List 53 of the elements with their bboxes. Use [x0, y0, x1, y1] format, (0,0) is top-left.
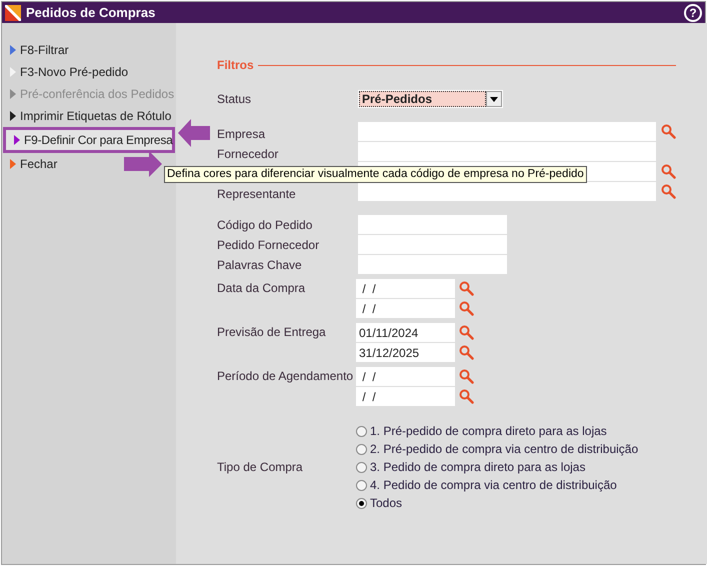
- sidebar-item[interactable]: Imprimir Etiquetas de Rótulo: [2, 105, 176, 127]
- arrow-icon: [178, 119, 210, 147]
- search-icon[interactable]: [661, 124, 676, 139]
- sidebar-item[interactable]: F8-Filtrar: [2, 39, 176, 61]
- date-field[interactable]: / /: [356, 299, 455, 318]
- search-icon[interactable]: [459, 345, 474, 360]
- field-label: Tipo de Compra: [217, 459, 304, 476]
- input-field[interactable]: [358, 255, 507, 274]
- radio-option[interactable]: 1. Pré-pedido de compra direto para as lojas: [356, 422, 638, 440]
- field-label: Pedido Fornecedor: [217, 236, 320, 254]
- input-field[interactable]: [358, 235, 507, 254]
- caret-icon: [490, 96, 498, 102]
- radio-button[interactable]: [356, 480, 367, 490]
- input-field[interactable]: [358, 142, 656, 161]
- radio-button[interactable]: [356, 462, 367, 472]
- field-label: Empresa: [217, 127, 266, 141]
- input-field[interactable]: [358, 182, 656, 201]
- search-icon[interactable]: [661, 184, 676, 199]
- field-label: Previsão de Entrega: [217, 324, 327, 341]
- radio-button[interactable]: [356, 444, 367, 454]
- window-title: Pedidos de Compras: [26, 4, 156, 22]
- date-field[interactable]: 31/12/2025: [356, 343, 455, 362]
- section-title: Filtros: [217, 57, 254, 74]
- tooltip: Defina cores para diferenciar visualmente cada código de empresa no Pré-pedido: [164, 166, 587, 183]
- date-field[interactable]: / /: [356, 279, 455, 298]
- sidebar-item[interactable]: F3-Novo Pré-pedido: [2, 61, 176, 83]
- radio-option[interactable]: 2. Pré-pedido de compra via centro de distribuição: [356, 440, 638, 458]
- field-label: Período de Agendamento: [217, 368, 354, 385]
- radio-option[interactable]: 4. Pedido de compra via centro de distribuição: [356, 476, 638, 494]
- field-label: Status: [217, 91, 252, 108]
- input-field[interactable]: [358, 122, 656, 141]
- radio-button[interactable]: [356, 498, 367, 508]
- status-dropdown[interactable]: Pré-Pedidos: [358, 90, 503, 108]
- search-icon[interactable]: [459, 389, 474, 404]
- date-field[interactable]: / /: [356, 367, 455, 386]
- search-icon[interactable]: [459, 281, 474, 296]
- search-icon[interactable]: [661, 164, 676, 179]
- input-field[interactable]: [358, 215, 507, 234]
- field-label: Representante: [217, 187, 296, 201]
- app-logo-icon: [5, 4, 21, 20]
- date-field[interactable]: / /: [356, 387, 455, 406]
- radio-button[interactable]: [356, 426, 367, 436]
- radio-option[interactable]: Todos: [356, 494, 638, 512]
- date-field[interactable]: 01/11/2024: [356, 323, 455, 342]
- field-label: Fornecedor: [217, 147, 278, 161]
- search-icon[interactable]: [459, 369, 474, 384]
- search-icon[interactable]: [459, 301, 474, 316]
- arrow-icon: [124, 151, 162, 177]
- field-label: Código do Pedido: [217, 216, 314, 234]
- field-label: Palavras Chave: [217, 256, 303, 274]
- field-label: Data da Compra: [217, 280, 306, 297]
- radio-option[interactable]: 3. Pedido de compra direto para as lojas: [356, 458, 638, 476]
- search-icon[interactable]: [459, 325, 474, 340]
